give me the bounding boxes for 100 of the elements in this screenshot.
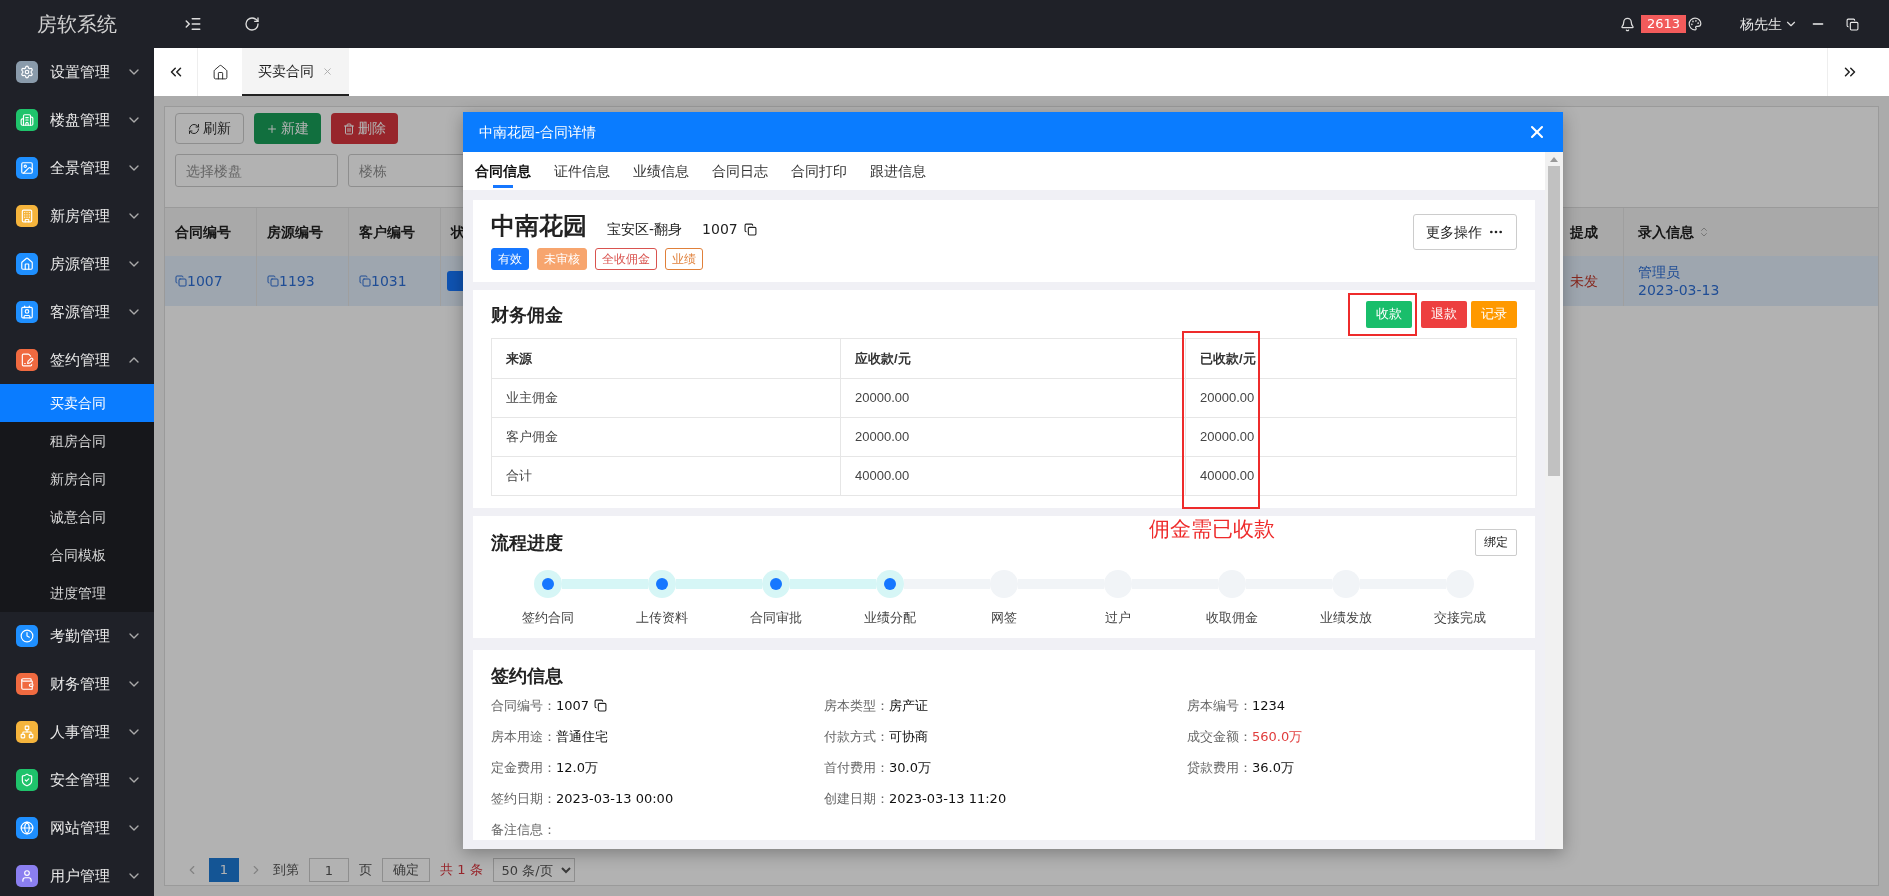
page-input[interactable]: 1 bbox=[309, 858, 349, 882]
status-tag: 业绩 bbox=[665, 248, 703, 270]
modal-tab[interactable]: 合同日志 bbox=[712, 152, 768, 190]
table-cell-text: 客户佣金 bbox=[506, 428, 558, 447]
column-header: 已收款/元 bbox=[1200, 349, 1256, 368]
confirm-button[interactable]: 确定 bbox=[382, 858, 430, 882]
filter-field[interactable]: 选择楼盘 bbox=[175, 154, 338, 187]
sidebar-item[interactable]: 设置管理 bbox=[0, 48, 154, 96]
table-cell-text: 20000.00 bbox=[855, 428, 910, 447]
bell-icon[interactable] bbox=[1619, 16, 1635, 32]
menu-icon[interactable] bbox=[184, 15, 202, 33]
palette-icon[interactable] bbox=[1688, 17, 1702, 31]
modal-title: 中南花园-合同详情 bbox=[479, 122, 597, 142]
sidebar-item[interactable]: 安全管理 bbox=[0, 756, 154, 804]
field-value: 普通住宅 bbox=[556, 727, 608, 746]
modal-tab[interactable]: 合同打印 bbox=[791, 152, 847, 190]
field-value: 1234 bbox=[1252, 696, 1286, 715]
column-header: 应收款/元 bbox=[855, 349, 911, 368]
sidebar-item[interactable]: 新房管理 bbox=[0, 192, 154, 240]
step-label: 交接完成 bbox=[1434, 609, 1486, 627]
step-label: 过户 bbox=[1105, 609, 1131, 627]
page-tab[interactable]: 买卖合同 bbox=[242, 48, 349, 96]
field-label: 首付费用： bbox=[824, 758, 889, 777]
status-tag: 未审核 bbox=[537, 248, 587, 270]
restore-icon[interactable] bbox=[1846, 17, 1859, 31]
user-name[interactable]: 杨先生 bbox=[1740, 13, 1782, 35]
contract-number: 1007 bbox=[702, 220, 738, 239]
modal-tab[interactable]: 业绩信息 bbox=[633, 152, 689, 190]
submenu-item[interactable]: 新房合同 bbox=[0, 460, 154, 498]
submenu-item[interactable]: 买卖合同 bbox=[0, 384, 154, 422]
step-label: 签约合同 bbox=[522, 609, 574, 627]
total-count: 共 1 条 bbox=[440, 861, 483, 880]
section-title: 财务佣金 bbox=[491, 302, 563, 327]
field-value: 房产证 bbox=[889, 696, 928, 715]
field-label: 签约日期： bbox=[491, 789, 556, 808]
sidebar-item[interactable]: 人事管理 bbox=[0, 708, 154, 756]
field-label: 房本编号： bbox=[1187, 696, 1252, 715]
submenu-item[interactable]: 合同模板 bbox=[0, 536, 154, 574]
notification-badge: 2613 bbox=[1640, 15, 1686, 33]
refresh-icon[interactable] bbox=[244, 16, 260, 32]
field-label: 房本用途： bbox=[491, 727, 556, 746]
sidebar-item[interactable]: 用户管理 bbox=[0, 852, 154, 896]
status-tag: 全收佣金 bbox=[595, 248, 657, 270]
step-label: 收取佣金 bbox=[1206, 609, 1258, 627]
sidebar-item[interactable]: 网站管理 bbox=[0, 804, 154, 852]
field-label: 备注信息： bbox=[491, 820, 556, 839]
column-header: 录入信息 bbox=[1638, 222, 1694, 242]
copy-icon[interactable] bbox=[743, 223, 757, 236]
table-cell-text: 管理员 bbox=[1638, 263, 1681, 281]
sidebar-item[interactable]: 楼盘管理 bbox=[0, 96, 154, 144]
field-value: 可协商 bbox=[889, 727, 928, 746]
page-button[interactable]: 1 bbox=[209, 858, 239, 882]
sidebar-item[interactable]: 全景管理 bbox=[0, 144, 154, 192]
trash-icon bbox=[343, 122, 355, 135]
field-label: 付款方式： bbox=[824, 727, 889, 746]
page-size-select[interactable]: 50 条/页 bbox=[492, 858, 575, 882]
column-header: 来源 bbox=[506, 349, 532, 368]
field-value: 1007 bbox=[556, 696, 590, 715]
field-label: 房本类型： bbox=[824, 696, 889, 715]
sidebar-item[interactable]: 房源管理 bbox=[0, 240, 154, 288]
delete-button[interactable]: 删除 bbox=[331, 113, 398, 144]
finance-button[interactable]: 退款 bbox=[1421, 300, 1467, 328]
status-tag: 有效 bbox=[491, 248, 529, 270]
scrollbar[interactable] bbox=[1545, 152, 1563, 849]
sidebar-item[interactable]: 签约管理 bbox=[0, 336, 154, 384]
submenu-item[interactable]: 进度管理 bbox=[0, 574, 154, 612]
field-value: 2023-03-13 11:20 bbox=[889, 789, 1007, 808]
field-label: 定金费用： bbox=[491, 758, 556, 777]
copy-icon[interactable] bbox=[594, 699, 608, 712]
table-cell-text: 20000.00 bbox=[1200, 428, 1255, 447]
step-label: 业绩发放 bbox=[1320, 609, 1372, 627]
property-name: 中南花园 bbox=[491, 212, 587, 240]
submenu-item[interactable]: 租房合同 bbox=[0, 422, 154, 460]
field-label: 贷款费用： bbox=[1187, 758, 1252, 777]
modal-tab[interactable]: 证件信息 bbox=[554, 152, 610, 190]
section-title: 流程进度 bbox=[491, 530, 563, 555]
step-label: 业绩分配 bbox=[864, 609, 916, 627]
more-actions-button[interactable]: 更多操作 bbox=[1413, 214, 1517, 250]
sidebar-item[interactable]: 财务管理 bbox=[0, 660, 154, 708]
field-value: 560.0万 bbox=[1252, 727, 1303, 746]
field-label: 合同编号： bbox=[491, 696, 556, 715]
step-label: 网签 bbox=[991, 609, 1017, 627]
goto-label: 到第 bbox=[273, 861, 299, 880]
submenu-item[interactable]: 诚意合同 bbox=[0, 498, 154, 536]
table-cell-text: 合计 bbox=[506, 467, 532, 486]
step-label: 上传资料 bbox=[636, 609, 688, 627]
refresh-button[interactable]: 刷新 bbox=[175, 113, 244, 144]
field-value: 36.0万 bbox=[1252, 758, 1294, 777]
field-value: 2023-03-13 00:00 bbox=[556, 789, 674, 808]
sidebar-item[interactable]: 客源管理 bbox=[0, 288, 154, 336]
page-unit: 页 bbox=[359, 861, 372, 880]
modal-tab[interactable]: 跟进信息 bbox=[870, 152, 926, 190]
table-cell-text: 40000.00 bbox=[1200, 467, 1255, 486]
bind-button[interactable]: 绑定 bbox=[1475, 528, 1517, 556]
home-icon[interactable] bbox=[211, 63, 229, 81]
sidebar-item[interactable]: 考勤管理 bbox=[0, 612, 154, 660]
table-cell-text: 20000.00 bbox=[855, 389, 910, 408]
step-label: 合同审批 bbox=[750, 609, 802, 627]
table-cell-text: 业主佣金 bbox=[506, 389, 558, 408]
column-header: 提成 bbox=[1570, 222, 1598, 242]
